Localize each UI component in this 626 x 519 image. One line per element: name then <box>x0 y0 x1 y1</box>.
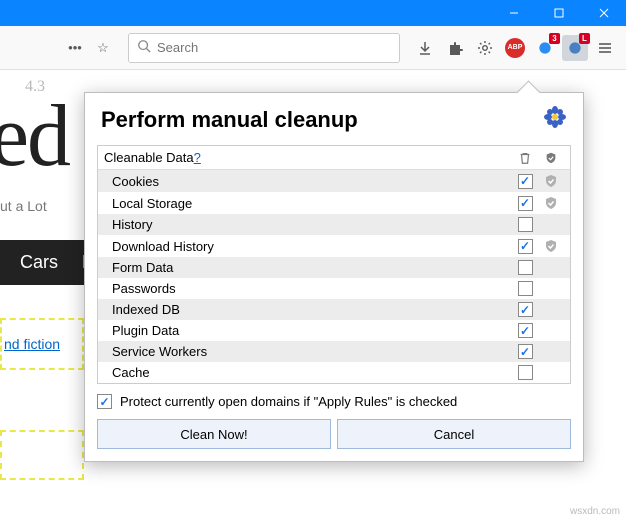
clean-checkbox[interactable] <box>518 217 533 232</box>
page-link-fiction[interactable]: nd fiction <box>0 318 84 370</box>
row-label: Cookies <box>112 174 512 189</box>
downloads-icon[interactable] <box>412 35 438 61</box>
shield-cell[interactable] <box>538 195 564 211</box>
table-row: Local Storage <box>98 192 570 214</box>
table-row: Download History <box>98 235 570 257</box>
shield-cell[interactable] <box>538 238 564 254</box>
addons-icon[interactable] <box>442 35 468 61</box>
clean-checkbox[interactable] <box>518 365 533 380</box>
search-icon <box>137 39 151 56</box>
row-label: Indexed DB <box>112 302 512 317</box>
popup-title: Perform manual cleanup <box>101 107 358 133</box>
clean-checkbox[interactable] <box>518 196 533 211</box>
window-titlebar <box>0 0 626 26</box>
table-row: Form Data <box>98 257 570 278</box>
table-row: Plugin Data <box>98 320 570 341</box>
clean-checkbox[interactable] <box>518 239 533 254</box>
row-label: Form Data <box>112 260 512 275</box>
clean-checkbox[interactable] <box>518 174 533 189</box>
clean-checkbox[interactable] <box>518 323 533 338</box>
page-highlight-box <box>0 430 84 480</box>
table-row: Passwords <box>98 278 570 299</box>
close-button[interactable] <box>581 0 626 26</box>
header-help-link[interactable]: ? <box>194 150 201 165</box>
table-row: Service Workers <box>98 341 570 362</box>
table-row: Cookies <box>98 170 570 192</box>
search-input[interactable] <box>157 40 391 55</box>
browser-toolbar: ••• ☆ ABP 3 L <box>0 26 626 70</box>
clean-checkbox[interactable] <box>518 344 533 359</box>
clean-checkbox[interactable] <box>518 302 533 317</box>
row-label: Cache <box>112 365 512 380</box>
minimize-button[interactable] <box>491 0 536 26</box>
row-label: Local Storage <box>112 196 512 211</box>
clean-now-button[interactable]: Clean Now! <box>97 419 331 449</box>
watermark: wsxdn.com <box>570 506 620 517</box>
clean-checkbox[interactable] <box>518 260 533 275</box>
bookmark-star-icon[interactable]: ☆ <box>90 35 116 61</box>
cleanable-data-table: Cleanable Data? Cookies Local Storage Hist… <box>97 145 571 384</box>
row-label: Download History <box>112 239 512 254</box>
table-row: Cache <box>98 362 570 383</box>
search-box[interactable] <box>128 33 400 63</box>
row-label: Passwords <box>112 281 512 296</box>
protect-domains-label: Protect currently open domains if "Apply… <box>120 394 457 409</box>
extension-l-badge-icon[interactable]: L <box>562 35 588 61</box>
maximize-button[interactable] <box>536 0 581 26</box>
extension-gear-badge-icon[interactable]: 3 <box>532 35 558 61</box>
shield-column-icon <box>538 151 564 165</box>
header-label: Cleanable Data <box>104 150 194 165</box>
row-label: Service Workers <box>112 344 512 359</box>
abp-extension-icon[interactable]: ABP <box>502 35 528 61</box>
tab-cars[interactable]: Cars <box>0 240 78 285</box>
cancel-button[interactable]: Cancel <box>337 419 571 449</box>
settings-gear-icon[interactable] <box>472 35 498 61</box>
shield-cell[interactable] <box>538 173 564 189</box>
clean-checkbox[interactable] <box>518 281 533 296</box>
page-actions-icon[interactable]: ••• <box>62 35 88 61</box>
cleanup-popup: Perform manual cleanup Cleanable Data? C… <box>84 92 584 462</box>
page-subtitle-fragment: ut a Lot <box>0 198 47 214</box>
row-label: Plugin Data <box>112 323 512 338</box>
page-heading-fragment: ed <box>0 86 69 187</box>
row-label: History <box>112 217 512 232</box>
table-row: History <box>98 214 570 235</box>
trash-column-icon <box>512 151 538 165</box>
table-row: Indexed DB <box>98 299 570 320</box>
hamburger-menu-icon[interactable] <box>592 35 618 61</box>
forget-me-not-icon <box>543 105 567 135</box>
protect-domains-checkbox[interactable] <box>97 394 112 409</box>
table-header-row: Cleanable Data? <box>98 146 570 170</box>
